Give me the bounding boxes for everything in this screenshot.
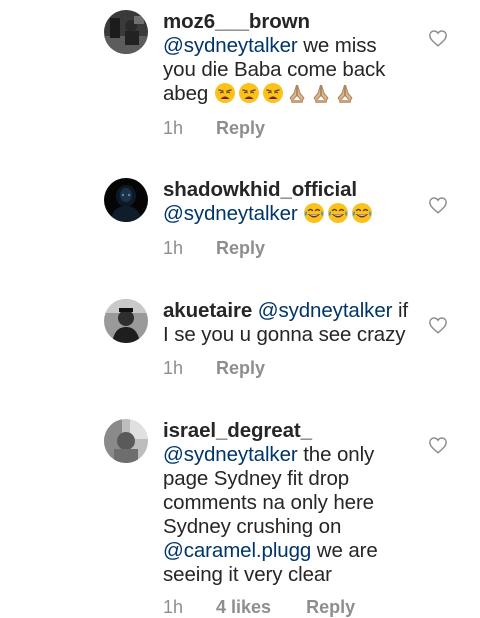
reply-button[interactable]: Reply xyxy=(216,358,265,378)
mention-link[interactable]: @caramel.plugg xyxy=(163,539,311,562)
comment-time: 1h xyxy=(163,238,184,258)
folded-hands-icon xyxy=(334,82,356,104)
comment-text-segment: seeing it very clear xyxy=(163,563,332,586)
comment-text-segment: you die Baba come back xyxy=(163,58,386,81)
avatar[interactable] xyxy=(104,419,148,463)
heart-icon[interactable] xyxy=(428,316,448,334)
comment-text-segment: we miss xyxy=(297,34,377,57)
comment-text-segment: page Sydney fit drop xyxy=(163,467,350,490)
reply-button[interactable]: Reply xyxy=(216,238,265,258)
comment-username[interactable]: shadowkhid_official xyxy=(163,178,357,201)
comment-meta: 1h Reply xyxy=(163,238,265,259)
comment-text: shadowkhid_official @sydneytalker xyxy=(163,178,413,226)
comment-text: moz6___brown @sydneytalker we miss you d… xyxy=(163,10,413,106)
comment-text: israel_degreat_ @sydneytalker the only p… xyxy=(163,419,413,587)
tears-of-joy-icon xyxy=(327,202,349,224)
weary-face-icon xyxy=(238,82,260,104)
comment-text-segment: we are xyxy=(311,539,378,562)
comment-text-segment: comments na only here xyxy=(163,491,374,514)
comment-username[interactable]: israel_degreat_ xyxy=(163,419,312,442)
comment-text-segment: I se you u gonna see crazy xyxy=(163,323,406,346)
comment-meta: 1h Reply xyxy=(163,358,265,379)
comment-meta: 1h Reply xyxy=(163,118,265,139)
comment-time: 1h xyxy=(163,118,184,138)
comment-username[interactable]: moz6___brown xyxy=(163,10,310,33)
comment-username[interactable]: akuetaire xyxy=(163,299,252,322)
comment-text: akuetaire @sydneytalker if I se you u go… xyxy=(163,299,413,347)
reply-button[interactable]: Reply xyxy=(216,118,265,138)
folded-hands-icon xyxy=(310,82,332,104)
weary-face-icon xyxy=(214,82,236,104)
folded-hands-icon xyxy=(286,82,308,104)
emoji-group xyxy=(303,202,375,225)
tears-of-joy-icon xyxy=(351,202,373,224)
comment-text-segment: Sydney crushing on xyxy=(163,515,342,538)
comment-text-segment: abeg xyxy=(163,82,209,105)
reply-button[interactable]: Reply xyxy=(306,597,355,617)
avatar[interactable] xyxy=(104,178,148,222)
comment-text-segment: if xyxy=(392,299,408,322)
comment-text-segment: the only xyxy=(297,443,375,466)
tears-of-joy-icon xyxy=(303,202,325,224)
avatar[interactable] xyxy=(104,10,148,54)
heart-icon[interactable] xyxy=(428,29,448,47)
comment-meta: 1h 4 likes Reply xyxy=(163,597,355,618)
mention-link[interactable]: @sydneytalker xyxy=(258,299,393,322)
mention-link[interactable]: @sydneytalker xyxy=(163,34,298,57)
heart-icon[interactable] xyxy=(428,436,448,454)
comment-time: 1h xyxy=(163,597,184,617)
comment-time: 1h xyxy=(163,358,184,378)
mention-link[interactable]: @sydneytalker xyxy=(163,443,298,466)
emoji-group xyxy=(214,82,358,105)
likes-count[interactable]: 4 likes xyxy=(216,597,271,618)
mention-link[interactable]: @sydneytalker xyxy=(163,202,298,225)
weary-face-icon xyxy=(262,82,284,104)
heart-icon[interactable] xyxy=(428,196,448,214)
avatar[interactable] xyxy=(104,299,148,343)
